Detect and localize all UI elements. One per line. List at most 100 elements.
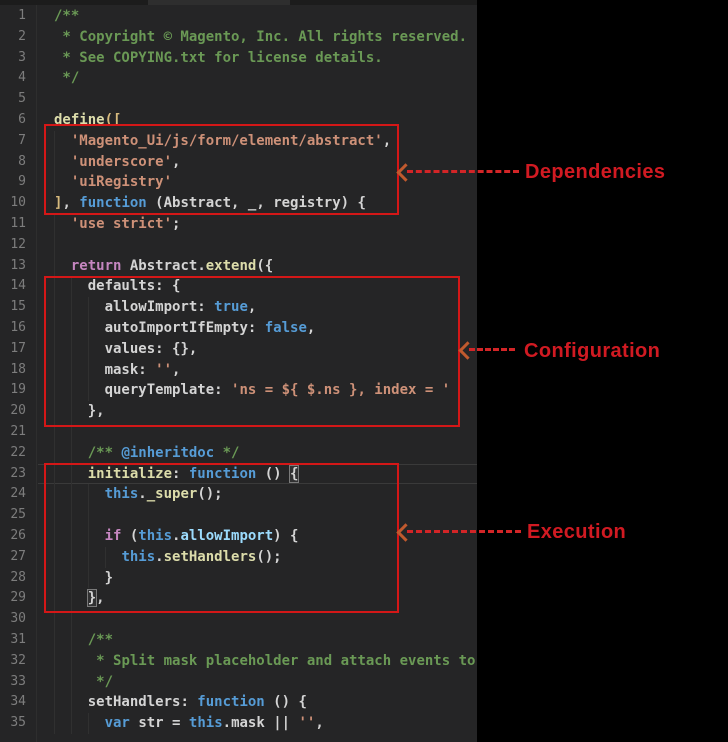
line-number: 3 [18, 49, 26, 65]
annotated-screenshot: 1 /** 2 * Copyright © Magento, Inc. All ri… [0, 0, 728, 742]
code-line[interactable]: 31 /** [0, 629, 477, 651]
line-number: 29 [10, 590, 26, 606]
line-number: 35 [10, 715, 26, 731]
tab-indicator [148, 0, 290, 5]
indent-guide [70, 713, 72, 734]
line-number: 33 [10, 673, 26, 689]
code-line[interactable]: 35 var str = this.mask || '', [0, 713, 477, 734]
indent-guide [54, 692, 55, 714]
indent-guide [87, 713, 89, 734]
code-token: /** [87, 444, 122, 461]
indent-guide [70, 671, 72, 693]
annotation-label-dependencies: Dependencies [525, 161, 666, 183]
code-line[interactable]: 4 */ [0, 68, 477, 89]
annotation-label-execution: Execution [527, 521, 627, 543]
line-number: 7 [18, 132, 26, 148]
code-token: */ [96, 673, 114, 690]
code-token: 'use strict' [70, 215, 173, 232]
indent-guide [70, 650, 72, 672]
code-token: this [188, 715, 223, 732]
code-token: mask [231, 715, 265, 732]
code-line[interactable]: 34 setHandlers: function () { [0, 692, 477, 714]
line-number: 11 [10, 215, 26, 231]
annotation-box-execution [44, 463, 399, 613]
code-token: * See COPYING.txt for license details. [54, 49, 383, 66]
code-token: : [180, 694, 198, 711]
code-line[interactable]: 5 [0, 89, 477, 110]
code-token: */ [214, 444, 240, 461]
line-number: 22 [10, 444, 26, 460]
code-line[interactable]: 3 * See COPYING.txt for license details. [0, 48, 477, 69]
dashed-arrow-dependencies [407, 170, 519, 173]
line-number: 27 [10, 548, 26, 564]
line-number: 16 [10, 319, 26, 335]
indent-guide [54, 442, 55, 464]
annotation-label-configuration: Configuration [524, 340, 661, 362]
line-number: 10 [10, 195, 26, 211]
code-token: var [104, 715, 130, 732]
indent-guide [54, 234, 55, 256]
code-token: @inheritdoc [121, 444, 215, 461]
indent-guide [54, 255, 55, 277]
line-number: 23 [10, 465, 26, 481]
indent-guide [54, 650, 55, 672]
code-line[interactable]: 33 */ [0, 671, 477, 693]
line-number: 25 [10, 507, 26, 523]
line-number: 5 [18, 91, 26, 107]
code-line[interactable]: 1 /** [0, 6, 477, 27]
annotation-box-configuration [44, 276, 460, 427]
indent-guide [54, 213, 55, 235]
line-number: 19 [10, 382, 26, 398]
line-number: 9 [18, 174, 26, 190]
line-number: 14 [10, 278, 26, 294]
line-number: 31 [10, 631, 26, 647]
code-token: /** [87, 631, 114, 648]
line-number: 12 [10, 236, 26, 252]
line-number: 34 [10, 694, 26, 710]
code-line[interactable]: 12 [0, 234, 477, 256]
code-token: ({ [256, 257, 274, 274]
code-line[interactable]: 22 /** @inheritdoc */ [0, 442, 477, 464]
code-token: function [197, 694, 265, 711]
code-line[interactable]: 11 'use strict'; [0, 213, 477, 235]
code-token: * Copyright © Magento, Inc. All rights r… [54, 28, 468, 45]
line-number: 32 [10, 652, 26, 668]
code-token: * Split mask placeholder and attach even… [96, 652, 476, 669]
code-token: = [163, 715, 189, 732]
code-token: extend [205, 257, 257, 274]
line-number: 6 [18, 111, 26, 127]
line-number: 2 [18, 28, 26, 44]
code-token: () { [264, 694, 307, 711]
code-token: , [315, 715, 324, 732]
line-number: 4 [18, 70, 26, 86]
line-number: 24 [10, 486, 26, 502]
editor-top-bar [0, 0, 477, 5]
indent-guide [70, 629, 72, 651]
code-token: return [70, 257, 122, 274]
code-token: '' [298, 715, 316, 732]
indent-guide [54, 629, 55, 651]
dashed-arrow-execution [407, 530, 521, 533]
dashed-arrow-configuration [469, 348, 515, 351]
code-token: . [197, 257, 206, 274]
indent-guide [54, 713, 55, 734]
code-line[interactable]: 2 * Copyright © Magento, Inc. All rights… [0, 27, 477, 48]
code-token: setHandlers [87, 694, 181, 711]
line-number: 17 [10, 340, 26, 356]
code-line[interactable]: 32 * Split mask placeholder and attach e… [0, 650, 477, 672]
annotation-box-dependencies [44, 124, 399, 215]
line-number: 13 [10, 257, 26, 273]
line-number: 8 [18, 153, 26, 169]
line-number: 30 [10, 611, 26, 627]
line-number: 1 [18, 8, 26, 23]
code-token: */ [54, 70, 80, 87]
indent-guide [70, 692, 72, 714]
code-line[interactable]: 13 return Abstract.extend({ [0, 255, 477, 277]
code-token: str [138, 715, 164, 732]
